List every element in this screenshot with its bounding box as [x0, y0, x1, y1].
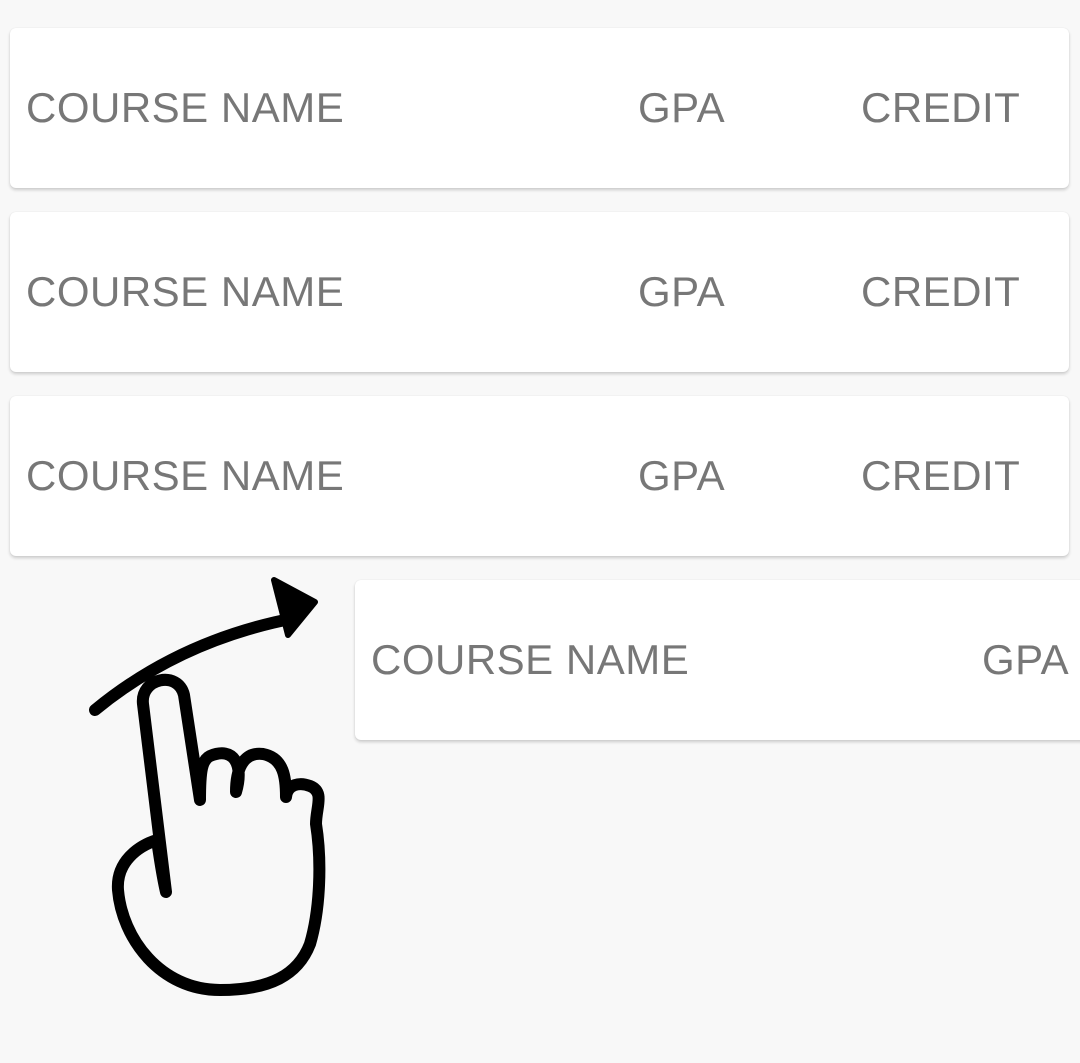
course-name-text: COURSE NAME [26, 452, 345, 499]
course-name-text: COURSE NAME [26, 268, 345, 315]
list-item[interactable]: COURSE NAME GPA CREDIT [10, 28, 1069, 188]
swiped-list-item[interactable]: COURSE NAME GPA [355, 580, 1080, 740]
list-item[interactable]: COURSE NAME GPA CREDIT [10, 396, 1069, 556]
course-list-screen: COURSE NAME GPA CREDIT COURSE NAME GPA C… [0, 0, 1080, 1063]
hand-outline [111, 673, 326, 996]
swipe-right-hand-icon [89, 577, 326, 996]
gpa-text: GPA [638, 268, 726, 315]
list-item[interactable]: COURSE NAME GPA CREDIT [10, 212, 1069, 372]
gpa-text: GPA [638, 84, 726, 131]
gpa-text: GPA [638, 452, 726, 499]
credit-text: CREDIT [861, 268, 1021, 315]
gpa-text: GPA [982, 636, 1070, 683]
credit-text: CREDIT [861, 452, 1021, 499]
curved-arrow-icon [89, 612, 301, 716]
course-name-text: COURSE NAME [26, 84, 345, 131]
credit-text: CREDIT [861, 84, 1021, 131]
